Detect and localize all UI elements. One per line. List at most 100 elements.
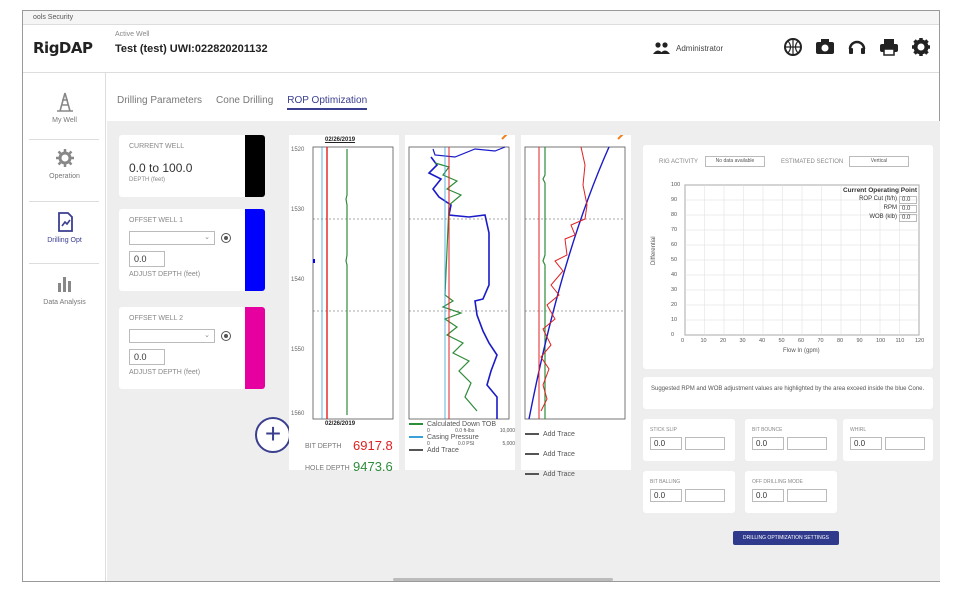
offset-well-1-title: OFFSET WELL 1 — [129, 217, 184, 224]
tab-rop-optimization[interactable]: ROP Optimization — [287, 95, 368, 110]
legend-label: Add Trace — [543, 451, 575, 458]
metric-value[interactable]: 0.0 — [752, 489, 784, 502]
sidebar-item-my-well[interactable]: My Well — [23, 91, 106, 124]
metric-extra-field[interactable] — [685, 437, 725, 450]
metric-extra-field[interactable] — [885, 437, 925, 450]
metric-label: STICK SLIP — [650, 427, 677, 433]
offset-well-1-adjust-label: ADJUST DEPTH (feet) — [129, 271, 201, 278]
current-well-depth-unit: DEPTH (feet) — [129, 177, 166, 183]
x-tick-label: 40 — [759, 338, 766, 344]
x-tick-label: 0 — [681, 338, 685, 344]
x-tick-label: 80 — [837, 338, 844, 344]
legend-label: Casing Pressure — [427, 434, 479, 441]
tab-bar: Drilling Parameters Cone Drilling ROP Op… — [117, 95, 368, 110]
y-tick-label: 10 — [671, 317, 678, 323]
offset-well-1-select[interactable]: ⌄ — [129, 231, 215, 245]
active-well-name[interactable]: Test (test) UWI:022820201132 — [115, 43, 268, 55]
legend-item-casing-pressure[interactable]: Casing Pressure — [409, 434, 515, 441]
tab-cone-drilling[interactable]: Cone Drilling — [216, 95, 273, 110]
sidebar: My Well Operation Drilling Opt Data Anal… — [23, 73, 106, 581]
metric-extra-field[interactable] — [685, 489, 725, 502]
sidebar-divider — [29, 201, 99, 202]
depth-tick: 1560 — [291, 411, 305, 417]
y-tick-label: 70 — [671, 227, 678, 233]
offset-well-1-radio[interactable] — [221, 233, 231, 243]
legend-item-tob[interactable]: Calculated Down TOB — [409, 421, 515, 428]
tab-drilling-parameters[interactable]: Drilling Parameters — [117, 95, 202, 110]
sidebar-item-data-analysis[interactable]: Data Analysis — [23, 273, 106, 306]
track-1-date-top: 02/26/2019 — [325, 137, 356, 143]
cop-value: 0.0 — [899, 214, 917, 222]
current-operating-point: Current Operating Point ROP Cut (ft/h) 0.… — [823, 187, 917, 222]
metric-label: OFF DRILLING MODE — [752, 479, 803, 485]
cop-label: WOB (klb) — [869, 214, 897, 220]
offset-well-2-radio[interactable] — [221, 331, 231, 341]
x-tick-label: 60 — [798, 338, 805, 344]
depth-tick: 1550 — [291, 347, 305, 353]
metric-value[interactable]: 0.0 — [752, 437, 784, 450]
add-trace-button[interactable]: Add Trace — [525, 425, 631, 445]
legend-swatch — [409, 436, 423, 439]
user-menu[interactable]: Administrator — [653, 42, 723, 54]
x-tick-label: 120 — [915, 338, 925, 344]
add-trace-button[interactable]: Add Trace — [525, 465, 631, 485]
legend-swatch — [409, 423, 423, 426]
offset-well-2-depth-input[interactable]: 0.0 — [129, 349, 165, 365]
x-tick-label: 30 — [739, 338, 746, 344]
metric-off-drilling-mode: OFF DRILLING MODE 0.0 — [745, 471, 837, 513]
offset-well-2-select[interactable]: ⌄ — [129, 329, 215, 343]
offset-well-2-card: OFFSET WELL 2 ⌄ 0.0 ADJUST DEPTH (feet) — [119, 307, 265, 389]
sidebar-divider — [29, 263, 99, 264]
drilling-optimization-settings-button[interactable]: DRILLING OPTIMIZATION SETTINGS — [733, 531, 839, 545]
metric-value[interactable]: 0.0 — [650, 489, 682, 502]
depth-tick: 1520 — [291, 147, 305, 153]
add-trace-button[interactable]: Add Trace — [409, 447, 515, 454]
operating-chart — [684, 184, 920, 336]
metric-whirl: WHIRL 0.0 — [843, 419, 933, 461]
horizontal-scrollbar[interactable] — [393, 578, 613, 581]
y-tick-label: 80 — [671, 212, 678, 218]
y-tick-label: 60 — [671, 242, 678, 248]
metric-bit-balling: BIT BALLING 0.0 — [643, 471, 735, 513]
bar-chart-icon — [57, 277, 71, 292]
track-3-legend: Add Trace Add Trace Add Trace — [525, 425, 631, 485]
y-tick-label: 0 — [671, 332, 675, 338]
offset-well-2-color — [245, 307, 265, 389]
main-content: CURRENT WELL 0.0 to 100.0 DEPTH (feet) O… — [107, 121, 940, 581]
cop-row: WOB (klb) 0.0 — [823, 214, 917, 222]
offset-well-1-color — [245, 209, 265, 291]
track-2-legend: Calculated Down TOB 0 0.0 ft-lbs 10,000 Ca… — [409, 421, 515, 454]
y-tick-label: 50 — [671, 257, 678, 263]
cop-row: ROP Cut (ft/h) 0.0 — [823, 196, 917, 204]
add-offset-well-button[interactable]: + — [255, 417, 291, 453]
metric-label: WHIRL — [850, 427, 867, 433]
bit-depth-label: BIT DEPTH — [305, 443, 342, 450]
x-tick-label: 90 — [856, 338, 863, 344]
drilling-rig-icon — [56, 92, 73, 112]
cop-row: RPM 0.0 — [823, 205, 917, 213]
metric-label: BIT BOUNCE — [752, 427, 783, 433]
active-well-label: Active Well — [115, 31, 150, 38]
sidebar-item-label: Operation — [49, 173, 80, 180]
printer-icon[interactable] — [879, 37, 899, 57]
metric-value[interactable]: 0.0 — [850, 437, 882, 450]
log-track-3: Add Trace Add Trace Add Trace — [521, 135, 631, 478]
add-trace-button[interactable]: Add Trace — [525, 445, 631, 465]
legend-swatch — [525, 453, 539, 456]
sidebar-item-operation[interactable]: Operation — [23, 147, 106, 180]
camera-icon[interactable] — [815, 37, 835, 57]
headset-icon[interactable] — [847, 37, 867, 57]
gear-icon[interactable] — [911, 37, 931, 57]
legend-label: Calculated Down TOB — [427, 421, 496, 428]
metric-value[interactable]: 0.0 — [650, 437, 682, 450]
sidebar-item-drilling-opt[interactable]: Drilling Opt — [23, 211, 106, 244]
globe-icon[interactable] — [783, 37, 803, 57]
metric-extra-field[interactable] — [787, 489, 827, 502]
offset-well-1-depth-input[interactable]: 0.0 — [129, 251, 165, 267]
y-tick-label: 40 — [671, 272, 678, 278]
metric-extra-field[interactable] — [787, 437, 827, 450]
legend-swatch — [525, 473, 539, 476]
metric-label: BIT BALLING — [650, 479, 681, 485]
cop-label: RPM — [883, 205, 897, 211]
track-2-plot — [408, 135, 510, 420]
